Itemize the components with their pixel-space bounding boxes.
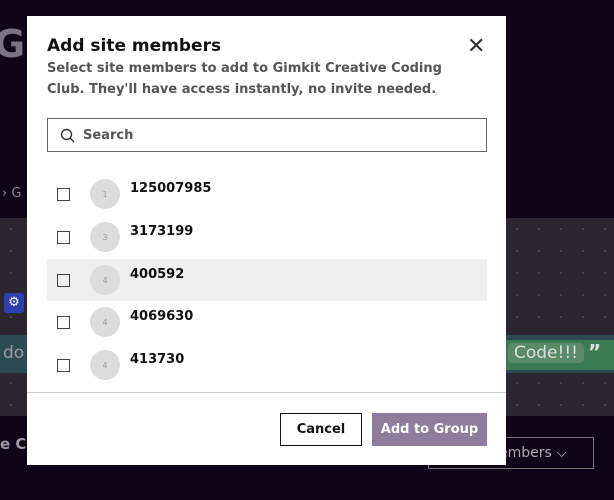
member-name: 3173199 xyxy=(130,223,194,239)
dialog-subtitle: Select site members to add to Gimkit Cre… xyxy=(47,61,442,97)
quote-icon: ” xyxy=(588,340,602,364)
member-checkbox[interactable] xyxy=(57,273,70,287)
member-row[interactable]: 1 125007985 xyxy=(47,173,487,215)
avatar: 4 xyxy=(90,307,120,337)
cancel-button[interactable]: Cancel xyxy=(280,413,362,446)
dialog-title: Add site members xyxy=(47,36,222,56)
search-field[interactable] xyxy=(47,118,487,152)
member-name: 400592 xyxy=(130,266,185,282)
member-row[interactable]: 4 4069630 xyxy=(47,301,487,343)
member-checkbox[interactable] xyxy=(57,187,70,201)
member-checkbox[interactable] xyxy=(57,230,70,244)
member-row[interactable]: 4 400592 xyxy=(47,259,487,301)
avatar: 3 xyxy=(90,222,120,252)
avatar: 1 xyxy=(90,179,120,209)
avatar: 4 xyxy=(90,265,120,295)
gear-icon: ⚙ xyxy=(4,293,24,313)
member-checkbox[interactable] xyxy=(57,358,70,372)
avatar: 4 xyxy=(90,350,120,380)
search-icon xyxy=(60,128,75,142)
member-name: 125007985 xyxy=(130,180,212,196)
search-input[interactable] xyxy=(81,126,465,144)
string-value: Code!!! xyxy=(508,343,584,363)
member-row[interactable]: 3 3173199 xyxy=(47,216,487,258)
member-row[interactable]: 4 413730 xyxy=(47,344,487,386)
block-text-fragment: do xyxy=(3,343,25,363)
close-icon[interactable]: ✕ xyxy=(467,34,485,59)
footer-divider xyxy=(27,392,506,393)
breadcrumb-fragment: › G xyxy=(2,186,22,201)
add-to-group-button[interactable]: Add to Group xyxy=(372,413,487,446)
add-members-dialog: Add site members ✕ Select site members t… xyxy=(27,16,506,465)
member-checkbox[interactable] xyxy=(57,315,70,329)
member-name: 413730 xyxy=(130,351,185,367)
member-name: 4069630 xyxy=(130,308,194,324)
